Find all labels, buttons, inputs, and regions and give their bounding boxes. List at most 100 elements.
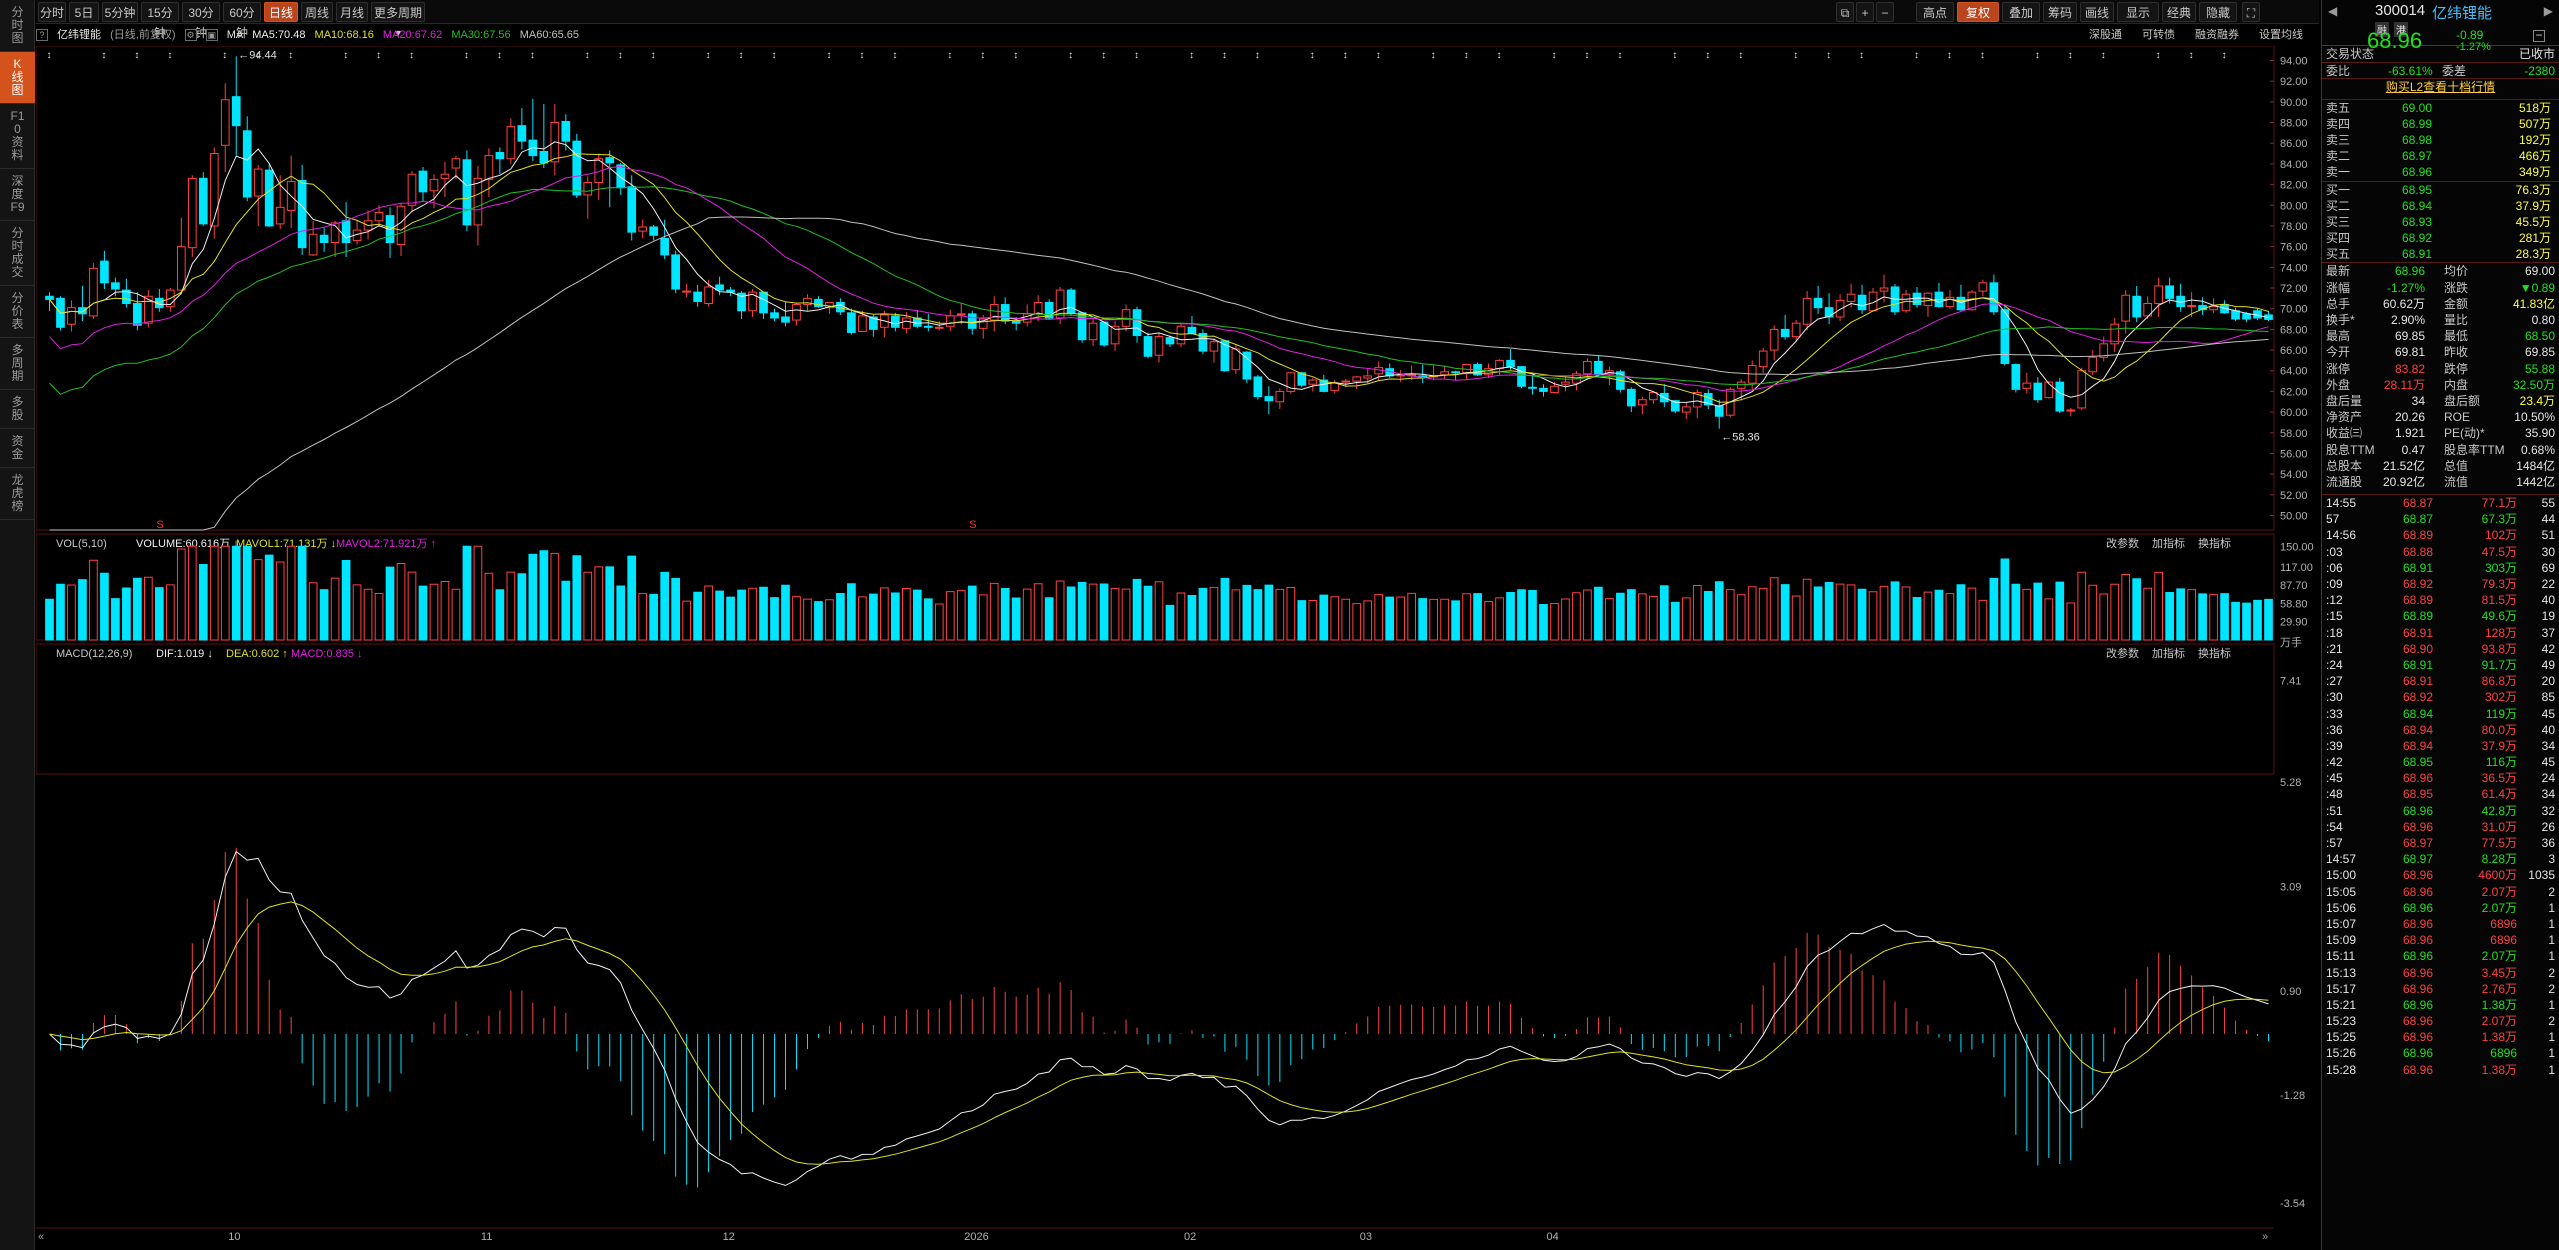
macd-panel-button[interactable]: 加指标 [2152,646,2185,660]
event-marker[interactable]: ↕ [1705,50,1710,61]
candle[interactable] [891,312,900,332]
event-marker[interactable]: ↕ [376,50,381,61]
candle[interactable] [989,296,999,332]
candle[interactable] [45,292,54,311]
candle[interactable] [2264,310,2273,322]
candle[interactable] [2088,350,2098,375]
candle[interactable] [231,56,241,156]
candle[interactable] [506,118,516,164]
event-marker[interactable]: ↕ [1310,50,1315,61]
left-nav-item[interactable]: 分价表 [0,286,35,338]
event-marker[interactable]: ↕ [892,50,897,61]
candle[interactable] [111,277,120,297]
candle[interactable] [2154,277,2163,317]
event-marker[interactable]: ↕ [46,50,51,61]
candle[interactable] [2110,317,2120,353]
candle[interactable] [1253,374,1263,400]
event-marker[interactable]: ↕ [826,50,831,61]
candle[interactable] [2011,363,2021,393]
candle[interactable] [1638,396,1647,415]
event-marker[interactable]: ↕ [1134,50,1139,61]
candle[interactable] [352,220,362,245]
candle[interactable] [1824,293,1834,325]
candle[interactable] [1066,288,1076,316]
candle[interactable] [1594,355,1603,377]
candle[interactable] [122,278,131,308]
event-marker[interactable]: ↕ [1497,50,1502,61]
candle[interactable] [792,303,801,326]
event-marker[interactable]: ↕ [1980,50,1985,61]
candle[interactable] [1473,362,1482,376]
candle[interactable] [1659,384,1669,407]
event-marker[interactable]: ↕ [1947,50,1952,61]
candle[interactable] [583,176,593,219]
event-marker[interactable]: ↕ [222,50,227,61]
event-marker[interactable]: ↕ [2189,50,2194,61]
candle[interactable] [1132,306,1142,343]
candle[interactable] [198,172,208,226]
macd-panel-button[interactable]: 改参数 [2106,646,2139,660]
candle[interactable] [1143,332,1153,359]
candle[interactable] [176,217,186,295]
candle[interactable] [155,289,164,312]
candle[interactable] [1813,285,1823,314]
candle[interactable] [89,263,98,320]
candle[interactable] [1681,402,1691,420]
scroll-right-icon[interactable]: » [2262,1231,2268,1243]
event-marker[interactable]: ↕ [464,50,469,61]
event-marker[interactable]: ↕ [585,50,590,61]
gear-icon[interactable]: ⚙ [184,29,197,42]
candle[interactable] [1187,315,1197,335]
top-link[interactable]: 深股通 [2089,29,2122,41]
event-marker[interactable]: ↕ [288,50,293,61]
candle[interactable] [825,301,834,314]
event-marker[interactable]: ↕ [2101,50,2106,61]
candle[interactable] [1396,369,1406,383]
candle[interactable] [1780,314,1790,340]
candle[interactable] [1912,286,1922,308]
event-marker[interactable]: ↕ [101,50,106,61]
event-marker[interactable]: ↕ [2035,50,2040,61]
candle[interactable] [693,284,702,307]
period-tab[interactable]: 15分钟 [141,2,179,40]
minus-icon[interactable]: − [1876,2,1894,22]
candle[interactable] [2077,367,2087,411]
candle[interactable] [319,226,329,252]
candle[interactable] [1934,282,1944,308]
event-marker[interactable]: ↕ [651,50,656,61]
event-marker[interactable]: ↕ [1617,50,1622,61]
candle[interactable] [2121,290,2131,334]
period-tab[interactable]: 60分钟 [223,2,261,40]
event-marker[interactable]: ↕ [2222,50,2227,61]
candle[interactable] [275,175,285,230]
candle[interactable] [1747,360,1757,390]
period-tab[interactable]: 更多周期 ▾ [371,2,425,40]
candle[interactable] [2176,283,2185,312]
candle[interactable] [341,202,351,257]
toolbar-button[interactable]: 筹码 [2043,2,2077,22]
next-stock-icon[interactable]: ▶ [2544,4,2553,18]
help-icon[interactable]: ? [36,29,48,42]
candle[interactable] [682,283,691,298]
macd-panel-button[interactable]: 换指标 [2198,646,2231,660]
period-tab[interactable]: 分时 [38,2,66,22]
left-nav-item[interactable]: 多周期 [0,338,35,390]
period-tab[interactable]: 5日 [69,2,99,22]
candle[interactable] [1627,387,1636,413]
candle[interactable] [880,310,889,338]
event-marker[interactable]: ↕ [1431,50,1436,61]
event-marker[interactable]: ↕ [1343,50,1348,61]
candle[interactable] [912,310,922,329]
candle[interactable] [1176,323,1186,347]
candle[interactable] [726,286,735,297]
candle[interactable] [956,303,966,325]
candle[interactable] [220,83,230,173]
candle[interactable] [517,108,527,150]
left-nav-item[interactable]: 分时成交 [0,221,35,286]
restore-icon[interactable]: ⧉ [1836,2,1854,22]
period-tab[interactable]: 5分钟 [102,2,138,22]
event-marker[interactable]: ↕ [1013,50,1018,61]
event-marker[interactable]: ↕ [497,50,502,61]
candle[interactable] [187,175,197,257]
candle[interactable] [1802,291,1812,331]
